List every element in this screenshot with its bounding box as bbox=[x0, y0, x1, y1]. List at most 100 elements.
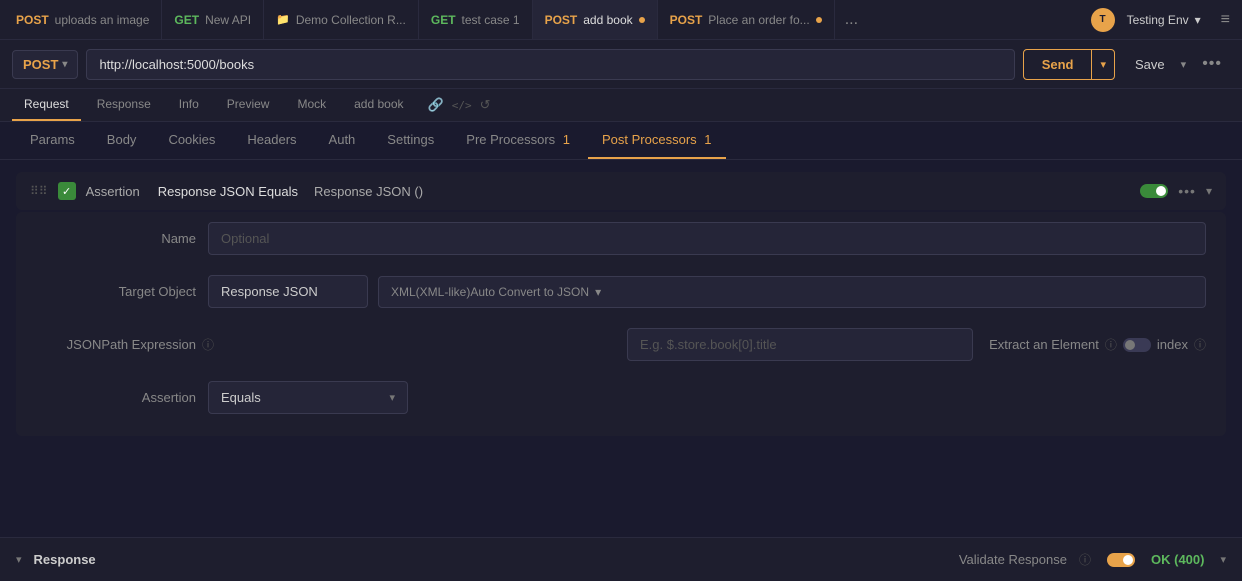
target-object-label: Target Object bbox=[36, 284, 196, 299]
jsonpath-row: JSONPath Expression ⓘ Extract an Element… bbox=[16, 318, 1226, 371]
response-toggle[interactable]: ▾ bbox=[16, 553, 22, 566]
tab-label: test case 1 bbox=[462, 13, 520, 27]
tab-post-place-order[interactable]: POST Place an order fo... bbox=[658, 0, 835, 39]
subtab-settings[interactable]: Settings bbox=[373, 122, 448, 159]
tab-label: Place an order fo... bbox=[708, 13, 809, 27]
drag-handle-icon[interactable]: ⠿⠿ bbox=[30, 184, 48, 198]
assertion-select[interactable]: Equals ▾ bbox=[208, 381, 408, 414]
subtab-body[interactable]: Body bbox=[93, 122, 151, 159]
validate-info-icon[interactable]: ⓘ bbox=[1079, 551, 1091, 568]
tab-response[interactable]: Response bbox=[85, 89, 163, 121]
subtab-pre-processors-label: Pre Processors bbox=[466, 132, 555, 147]
tab-response-label: Response bbox=[97, 97, 151, 111]
extract-toggle[interactable] bbox=[1123, 338, 1151, 352]
save-button-group: Save ▾ bbox=[1123, 50, 1186, 79]
send-button-group: Send ▾ bbox=[1023, 49, 1115, 80]
ok-chevron-icon[interactable]: ▾ bbox=[1220, 553, 1226, 566]
subtab-settings-label: Settings bbox=[387, 132, 434, 147]
index-label: index bbox=[1157, 337, 1188, 352]
index-info-icon[interactable]: ⓘ bbox=[1194, 336, 1206, 353]
jsonpath-info-icon[interactable]: ⓘ bbox=[202, 336, 214, 353]
xml-label: XML(XML-like)Auto Convert to JSON bbox=[391, 285, 589, 299]
tab-demo-collection[interactable]: 📁 Demo Collection R... bbox=[264, 0, 419, 39]
subtab-pre-processors[interactable]: Pre Processors 1 bbox=[452, 122, 584, 159]
tab-add-book[interactable]: add book bbox=[342, 89, 415, 121]
tab-bar: POST uploads an image GET New API 📁 Demo… bbox=[0, 0, 1242, 40]
send-dropdown-button[interactable]: ▾ bbox=[1092, 51, 1114, 78]
send-button[interactable]: Send bbox=[1024, 50, 1093, 79]
extract-element-group: Extract an Element ⓘ index ⓘ bbox=[989, 336, 1206, 353]
tab-method: POST bbox=[16, 13, 49, 27]
name-label: Name bbox=[36, 231, 196, 246]
assertion-row-actions: ••• ▾ bbox=[1140, 183, 1212, 199]
subtab-cookies[interactable]: Cookies bbox=[154, 122, 229, 159]
tab-action-icons: 🔗 </> ↺ bbox=[428, 97, 491, 113]
subtab-post-processors[interactable]: Post Processors 1 bbox=[588, 122, 726, 159]
tab-preview[interactable]: Preview bbox=[215, 89, 282, 121]
subtab-headers-label: Headers bbox=[247, 132, 296, 147]
request-type-tabs: Request Response Info Preview Mock add b… bbox=[0, 89, 1242, 122]
target-object-row: Target Object Response JSON XML(XML-like… bbox=[16, 265, 1226, 318]
tab-method: POST bbox=[545, 13, 578, 27]
tab-label: uploads an image bbox=[55, 13, 150, 27]
link-icon[interactable]: 🔗 bbox=[428, 97, 444, 113]
subtab-post-processors-label: Post Processors bbox=[602, 132, 697, 147]
unsaved-dot bbox=[639, 17, 645, 23]
tab-get-test-case[interactable]: GET test case 1 bbox=[419, 0, 533, 39]
folder-icon: 📁 bbox=[276, 13, 290, 26]
request-bar: POST ▾ Send ▾ Save ▾ ••• bbox=[0, 40, 1242, 89]
response-label: Response bbox=[34, 552, 96, 567]
more-options-button[interactable]: ••• bbox=[1194, 48, 1230, 80]
avatar: T bbox=[1091, 8, 1115, 32]
pre-processors-badge: 1 bbox=[563, 132, 570, 147]
chevron-down-icon: ▾ bbox=[1195, 13, 1201, 27]
url-input[interactable] bbox=[86, 49, 1014, 80]
unsaved-dot bbox=[816, 17, 822, 23]
tab-mock-label: Mock bbox=[297, 97, 326, 111]
assertion-more-icon[interactable]: ••• bbox=[1178, 183, 1196, 199]
tab-add-book-label: add book bbox=[354, 97, 403, 111]
name-input[interactable] bbox=[208, 222, 1206, 255]
subtab-headers[interactable]: Headers bbox=[233, 122, 310, 159]
tab-mock[interactable]: Mock bbox=[285, 89, 338, 121]
tab-preview-label: Preview bbox=[227, 97, 270, 111]
subtab-auth[interactable]: Auth bbox=[315, 122, 370, 159]
tab-info[interactable]: Info bbox=[167, 89, 211, 121]
validate-response-label: Validate Response bbox=[959, 552, 1067, 567]
jsonpath-input[interactable] bbox=[627, 328, 973, 361]
env-selector[interactable]: Testing Env ▾ bbox=[1115, 13, 1213, 27]
post-processors-badge: 1 bbox=[704, 132, 711, 147]
tab-post-add-book[interactable]: POST add book bbox=[533, 0, 658, 39]
tab-method: POST bbox=[670, 13, 703, 27]
assertion-checkbox[interactable]: ✓ bbox=[58, 182, 76, 200]
validate-toggle[interactable] bbox=[1107, 553, 1135, 567]
xml-selector[interactable]: XML(XML-like)Auto Convert to JSON ▾ bbox=[378, 276, 1206, 308]
selected-method: POST bbox=[23, 57, 58, 72]
extract-label: Extract an Element bbox=[989, 337, 1099, 352]
code-icon[interactable]: </> bbox=[452, 99, 472, 112]
subtab-auth-label: Auth bbox=[329, 132, 356, 147]
extract-info-icon[interactable]: ⓘ bbox=[1105, 336, 1117, 353]
tab-request-label: Request bbox=[24, 97, 69, 111]
xml-chevron-icon: ▾ bbox=[595, 285, 601, 299]
tab-method: GET bbox=[431, 13, 456, 27]
sub-tabs: Params Body Cookies Headers Auth Setting… bbox=[0, 122, 1242, 160]
assertion-toggle[interactable] bbox=[1140, 184, 1168, 198]
tab-request[interactable]: Request bbox=[12, 89, 81, 121]
assertion-form: Name Target Object Response JSON XML(XML… bbox=[16, 212, 1226, 436]
tab-info-label: Info bbox=[179, 97, 199, 111]
assertion-row-label: Assertion bbox=[36, 390, 196, 405]
tab-post-uploads[interactable]: POST uploads an image bbox=[4, 0, 162, 39]
refresh-icon[interactable]: ↺ bbox=[480, 97, 491, 113]
method-selector[interactable]: POST ▾ bbox=[12, 50, 78, 79]
assertion-row: ⠿⠿ ✓ Assertion Response JSON Equals Resp… bbox=[16, 172, 1226, 210]
subtab-params[interactable]: Params bbox=[16, 122, 89, 159]
save-button[interactable]: Save bbox=[1123, 50, 1177, 79]
main-menu-icon[interactable]: ≡ bbox=[1213, 11, 1238, 29]
tab-get-new-api[interactable]: GET New API bbox=[162, 0, 264, 39]
name-row: Name bbox=[16, 212, 1226, 265]
assertion-collapse-icon[interactable]: ▾ bbox=[1206, 184, 1212, 198]
tab-more-button[interactable]: ... bbox=[835, 0, 868, 39]
assertion-desc-prefix: Response JSON Equals bbox=[158, 184, 298, 199]
save-dropdown-button[interactable]: ▾ bbox=[1181, 58, 1187, 71]
